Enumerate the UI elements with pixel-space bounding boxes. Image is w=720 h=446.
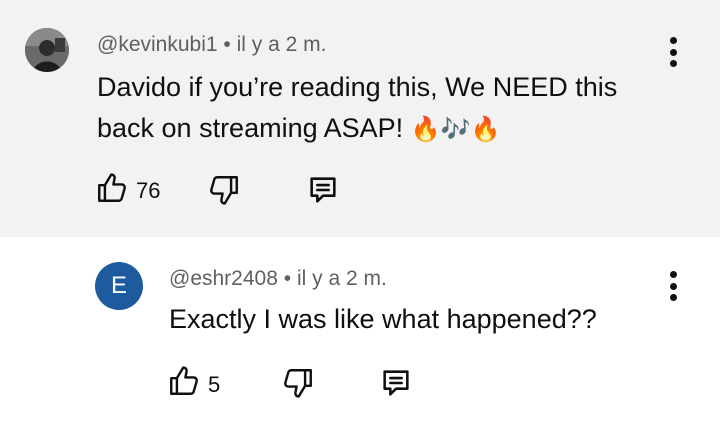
reply-comment-icon — [310, 177, 336, 203]
more-vertical-icon-dot — [669, 48, 677, 56]
reply-avatar[interactable]: E — [95, 262, 143, 310]
comment-text-line-2: back on streaming ASAP! 🔥🎶🔥 — [97, 108, 657, 150]
reply-more-options-button[interactable] — [665, 271, 681, 301]
reply-button[interactable] — [306, 173, 340, 207]
reply-dislike-button[interactable] — [281, 366, 315, 400]
like-button[interactable] — [95, 171, 129, 205]
more-vertical-icon-dot — [669, 60, 677, 67]
comment-time: il y a 2 m. — [236, 33, 327, 56]
more-vertical-icon — [669, 37, 677, 44]
thumbs-down-icon — [284, 369, 312, 398]
reply-text: Exactly I was like what happened?? — [169, 304, 597, 334]
reply-meta: @eshr2408 • il y a 2 m. — [169, 267, 387, 291]
comment-author[interactable]: @kevinkubi1 — [97, 33, 218, 56]
comment-meta: @kevinkubi1 • il y a 2 m. — [97, 33, 326, 57]
comment-text-line-1: Davido if you’re reading this, We NEED t… — [97, 72, 618, 102]
thumbs-up-icon — [170, 366, 198, 395]
reply-comment-icon — [383, 370, 409, 396]
reply-author[interactable]: @eshr2408 — [169, 267, 278, 290]
reply-time: il y a 2 m. — [296, 267, 387, 290]
dislike-button[interactable] — [207, 173, 241, 207]
reply-avatar-letter: E — [110, 272, 127, 299]
more-vertical-icon-dot — [669, 294, 677, 301]
comment-text-line-2-text: back on streaming ASAP! — [97, 113, 411, 143]
comment-text: Davido if you’re reading this, We NEED t… — [97, 67, 657, 150]
more-vertical-icon — [669, 271, 677, 278]
more-options-button[interactable] — [665, 37, 681, 67]
like-count: 76 — [136, 178, 161, 203]
more-vertical-icon-dot — [669, 282, 677, 290]
comment-emoji: 🔥🎶🔥 — [410, 115, 501, 143]
reply-like-count: 5 — [208, 372, 221, 397]
reply-reply-button[interactable] — [379, 366, 413, 400]
meta-separator: • — [223, 33, 231, 56]
reply-like-button[interactable] — [167, 364, 201, 398]
meta-separator: • — [283, 267, 292, 290]
thumbs-up-icon — [98, 173, 126, 202]
avatar[interactable] — [25, 28, 69, 72]
thumbs-down-icon — [210, 176, 238, 205]
